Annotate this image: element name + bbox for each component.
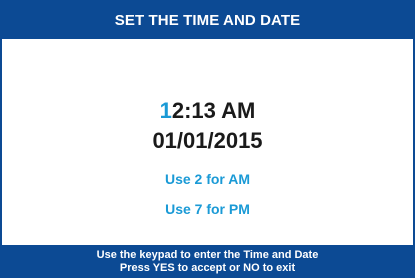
time-value[interactable]: 12:13 AM (2, 98, 413, 124)
time-date-screen: SET THE TIME AND DATE 12:13 AM 01/01/201… (0, 0, 415, 278)
instruction-line-1: Use the keypad to enter the Time and Dat… (96, 249, 319, 261)
instructions-footer: Use the keypad to enter the Time and Dat… (2, 245, 413, 276)
am-hint: Use 2 for AM (164, 171, 251, 187)
time-remainder: 2:13 AM (171, 98, 256, 123)
instruction-line-2: Press YES to accept or NO to exit (119, 262, 296, 274)
screen-title: SET THE TIME AND DATE (114, 12, 301, 29)
date-value[interactable]: 01/01/2015 (2, 128, 413, 154)
pm-hint: Use 7 for PM (165, 201, 250, 217)
time-date-content: 12:13 AM 01/01/2015 Use 2 for AM Use 7 f… (2, 39, 413, 245)
time-cursor-digit[interactable]: 1 (160, 98, 172, 123)
screen-header: SET THE TIME AND DATE (2, 2, 413, 39)
